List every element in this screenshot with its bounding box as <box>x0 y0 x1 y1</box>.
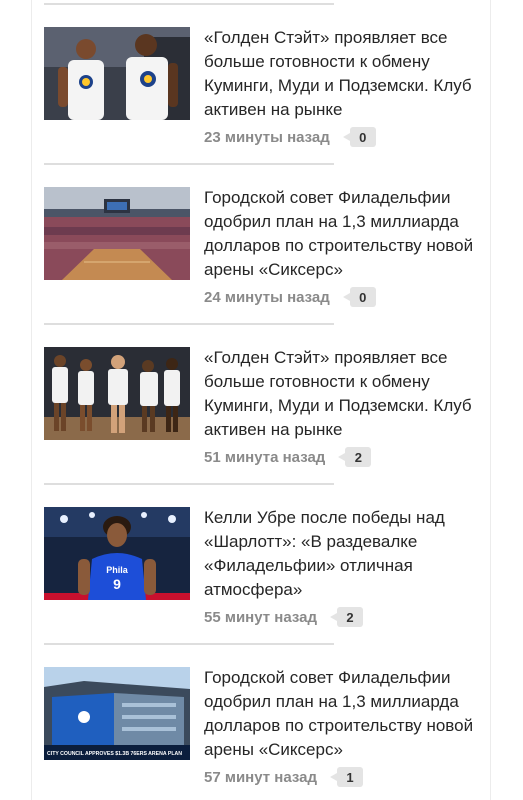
comment-count-badge[interactable]: 0 <box>342 287 376 307</box>
svg-text:Phila: Phila <box>106 565 129 575</box>
news-title[interactable]: «Голден Стэйт» проявляет все больше гото… <box>204 346 484 442</box>
news-item[interactable]: Phila 9 Келли Убре после победы над «Шар… <box>44 507 484 637</box>
news-item[interactable]: «Голден Стэйт» проявляет все больше гото… <box>44 347 484 477</box>
news-thumbnail[interactable]: Phila 9 <box>44 507 190 600</box>
news-meta: 23 минуты назад 0 <box>204 126 376 148</box>
column-border-right <box>490 0 491 800</box>
news-time: 23 минуты назад <box>204 128 330 146</box>
news-time: 57 минут назад <box>204 768 317 786</box>
comment-count-badge[interactable]: 0 <box>342 127 376 147</box>
comment-count-badge[interactable]: 2 <box>329 607 363 627</box>
news-meta: 51 минута назад 2 <box>204 446 372 468</box>
separator <box>44 483 334 485</box>
comment-count-badge[interactable]: 2 <box>338 447 372 467</box>
news-title[interactable]: Келли Убре после победы над «Шарлотт»: «… <box>204 506 484 602</box>
kelly-oubre-image: Phila 9 <box>44 507 190 600</box>
news-title[interactable]: «Голден Стэйт» проявляет все больше гото… <box>204 26 484 122</box>
svg-text:9: 9 <box>113 576 121 592</box>
separator <box>44 323 334 325</box>
separator <box>44 3 334 5</box>
arena-exterior-image: CITY COUNCIL APPROVES $1.3B 76ERS ARENA … <box>44 667 190 760</box>
column-border-left <box>31 0 32 800</box>
arena-interior-image <box>44 187 190 280</box>
news-thumbnail[interactable]: CITY COUNCIL APPROVES $1.3B 76ERS ARENA … <box>44 667 190 760</box>
news-item[interactable]: «Голден Стэйт» проявляет все больше гото… <box>44 27 484 157</box>
news-title[interactable]: Городской совет Филадельфии одобрил план… <box>204 186 484 282</box>
warriors-team-image <box>44 347 190 440</box>
news-thumbnail[interactable] <box>44 347 190 440</box>
news-time: 51 минута назад <box>204 448 326 466</box>
news-time: 24 минуты назад <box>204 288 330 306</box>
news-meta: 55 минут назад 2 <box>204 606 363 628</box>
separator <box>44 643 334 645</box>
news-meta: 24 минуты назад 0 <box>204 286 376 308</box>
news-thumbnail[interactable] <box>44 27 190 120</box>
news-item[interactable]: Городской совет Филадельфии одобрил план… <box>44 187 484 317</box>
image-caption: CITY COUNCIL APPROVES $1.3B 76ERS ARENA … <box>47 751 182 757</box>
news-title[interactable]: Городской совет Филадельфии одобрил план… <box>204 666 484 762</box>
news-feed-page: «Голден Стэйт» проявляет все больше гото… <box>0 0 523 800</box>
comment-count-badge[interactable]: 1 <box>329 767 363 787</box>
warriors-players-image <box>44 27 190 120</box>
separator <box>44 163 334 165</box>
news-time: 55 минут назад <box>204 608 317 626</box>
news-meta: 57 минут назад 1 <box>204 766 363 788</box>
news-thumbnail[interactable] <box>44 187 190 280</box>
news-item[interactable]: CITY COUNCIL APPROVES $1.3B 76ERS ARENA … <box>44 667 484 797</box>
